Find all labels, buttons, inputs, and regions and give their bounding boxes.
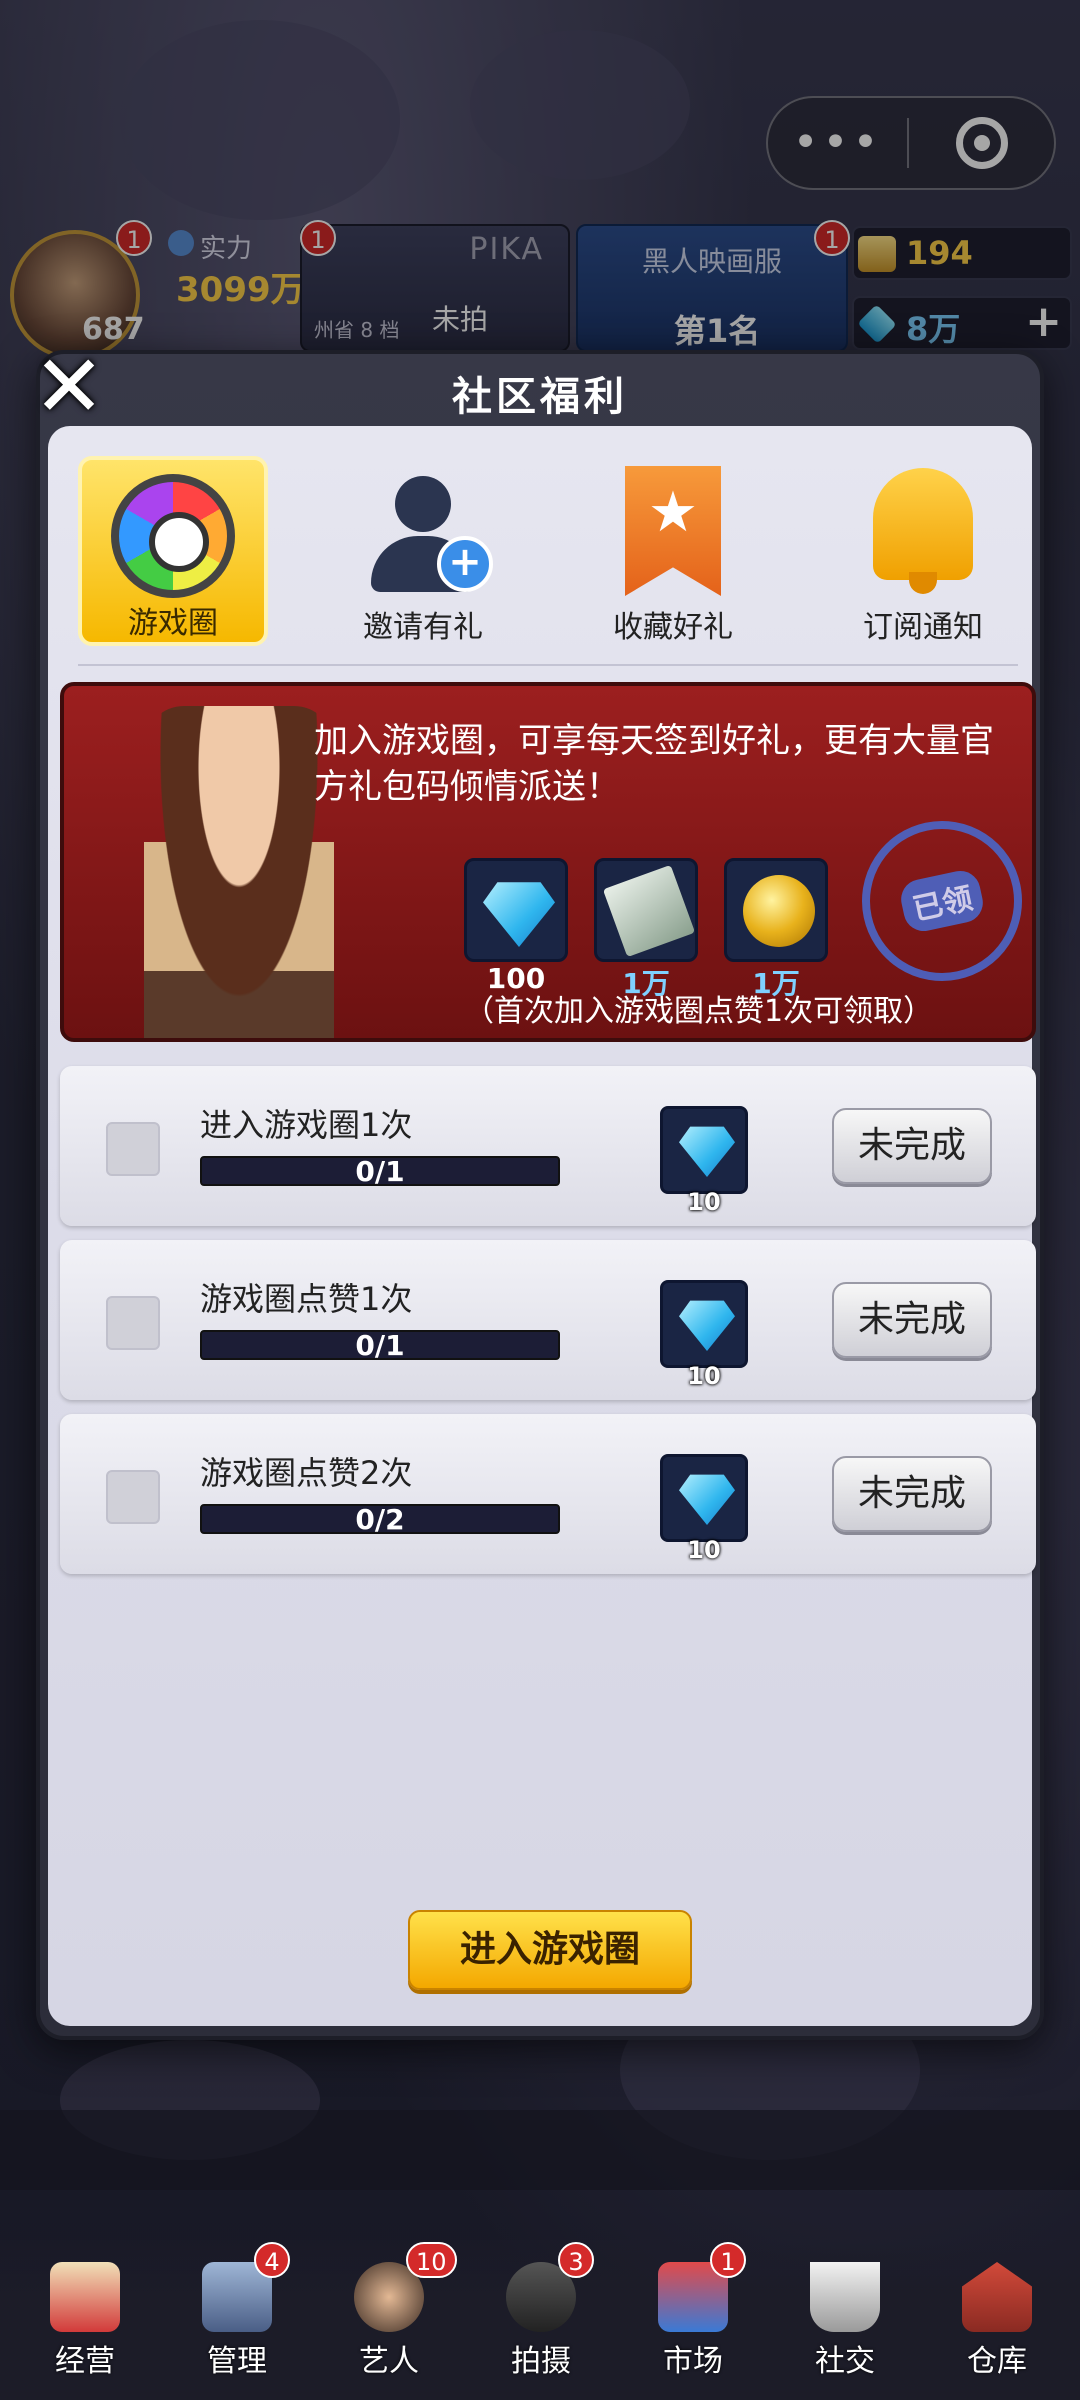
tab-label: 邀请有礼	[363, 610, 483, 645]
nav-manage[interactable]: 4 管理	[162, 2240, 312, 2400]
task-checkbox	[106, 1470, 160, 1524]
task-checkbox	[106, 1122, 160, 1176]
nav-badge: 3	[558, 2242, 594, 2278]
tabs-divider	[78, 664, 1018, 666]
task-reward-value: 10	[687, 1362, 721, 1390]
task-name: 游戏圈点赞1次	[200, 1280, 413, 1318]
coin-icon	[743, 875, 815, 947]
gem-icon	[679, 1300, 735, 1351]
warehouse-icon	[962, 2262, 1032, 2332]
tab-label: 订阅通知	[863, 610, 983, 645]
community-welfare-dialog: 社区福利 游戏圈 + 邀请有礼 收藏好礼 订阅通知	[36, 350, 1044, 2040]
claimed-stamp: 已领	[847, 806, 1032, 996]
task-name: 游戏圈点赞2次	[200, 1454, 413, 1492]
nav-artist[interactable]: 10 艺人	[314, 2240, 464, 2400]
nav-warehouse[interactable]: 仓库	[922, 2240, 1072, 2400]
gem-icon	[679, 1126, 735, 1177]
nav-badge: 10	[406, 2242, 457, 2278]
task-reward-value: 10	[687, 1188, 721, 1216]
popcorn-icon	[50, 2262, 120, 2332]
task-reward	[660, 1106, 748, 1194]
task-status-button[interactable]: 未完成	[832, 1282, 992, 1358]
task-progress-bar: 0/1	[200, 1155, 560, 1188]
task-row: 游戏圈点赞2次 0/2 10 未完成	[60, 1414, 1036, 1574]
dialog-body: 游戏圈 + 邀请有礼 收藏好礼 订阅通知 加入游戏圈，可享每天签到好礼，更有大量…	[48, 426, 1036, 2026]
enter-game-circle-button[interactable]: 进入游戏圈	[408, 1910, 692, 1990]
reward-gem	[464, 858, 568, 962]
game-circle-banner: 加入游戏圈，可享每天签到好礼，更有大量官方礼包码倾情派送！ 100 1万 1万 …	[60, 682, 1036, 1042]
task-progress-bar: 0/2	[200, 1503, 560, 1536]
nav-label: 社交	[815, 2344, 875, 2379]
reward-coin	[724, 858, 828, 962]
bell-icon	[853, 462, 993, 602]
task-status-button[interactable]: 未完成	[832, 1456, 992, 1532]
welfare-tabs: 游戏圈 + 邀请有礼 收藏好礼 订阅通知	[78, 456, 1018, 646]
nav-social[interactable]: 社交	[770, 2240, 920, 2400]
add-user-icon: +	[353, 462, 493, 602]
nav-label: 管理	[207, 2344, 267, 2379]
nav-label: 艺人	[359, 2344, 419, 2379]
stamp-text: 已领	[897, 867, 987, 935]
task-name: 进入游戏圈1次	[200, 1106, 413, 1144]
gem-icon	[679, 1474, 735, 1525]
tab-subscribe[interactable]: 订阅通知	[828, 456, 1018, 646]
task-reward	[660, 1454, 748, 1542]
task-row: 游戏圈点赞1次 0/1 10 未完成	[60, 1240, 1036, 1400]
nav-shoot[interactable]: 3 拍摄	[466, 2240, 616, 2400]
tab-favorite[interactable]: 收藏好礼	[578, 456, 768, 646]
nav-market[interactable]: 1 市场	[618, 2240, 768, 2400]
nav-label: 仓库	[967, 2344, 1027, 2379]
banner-note: （首次加入游戏圈点赞1次可领取）	[464, 994, 934, 1029]
dialog-title: 社区福利	[452, 374, 628, 420]
task-progress-bar: 0/1	[200, 1329, 560, 1362]
task-checkbox	[106, 1296, 160, 1350]
gem-icon	[483, 882, 555, 947]
bottom-navigation: 经营 4 管理 10 艺人 3 拍摄 1 市场 社交 仓库	[0, 2240, 1080, 2400]
tab-label: 游戏圈	[128, 606, 218, 641]
nav-badge: 1	[710, 2242, 746, 2278]
tab-game-circle[interactable]: 游戏圈	[78, 456, 268, 646]
coffee-icon	[810, 2262, 880, 2332]
chat-strip	[0, 2110, 1080, 2190]
close-button[interactable]: ✕	[30, 344, 108, 430]
nav-label: 拍摄	[511, 2344, 571, 2379]
aperture-icon	[103, 466, 243, 598]
bookmark-star-icon	[603, 462, 743, 602]
reward-cash	[594, 858, 698, 962]
task-progress-text: 0/2	[355, 1503, 405, 1536]
hostess-illustration	[144, 706, 334, 1038]
task-progress-text: 0/1	[355, 1155, 405, 1188]
banner-description: 加入游戏圈，可享每天签到好礼，更有大量官方礼包码倾情派送！	[314, 721, 994, 807]
nav-operate[interactable]: 经营	[10, 2240, 160, 2400]
nav-label: 市场	[663, 2344, 723, 2379]
task-reward-value: 10	[687, 1536, 721, 1564]
task-row: 进入游戏圈1次 0/1 10 未完成	[60, 1066, 1036, 1226]
cash-icon	[602, 864, 696, 958]
nav-badge: 4	[254, 2242, 290, 2278]
nav-label: 经营	[55, 2344, 115, 2379]
task-progress-text: 0/1	[355, 1329, 405, 1362]
tab-invite[interactable]: + 邀请有礼	[328, 456, 518, 646]
task-status-button[interactable]: 未完成	[832, 1108, 992, 1184]
task-reward	[660, 1280, 748, 1368]
tab-label: 收藏好礼	[613, 610, 733, 645]
